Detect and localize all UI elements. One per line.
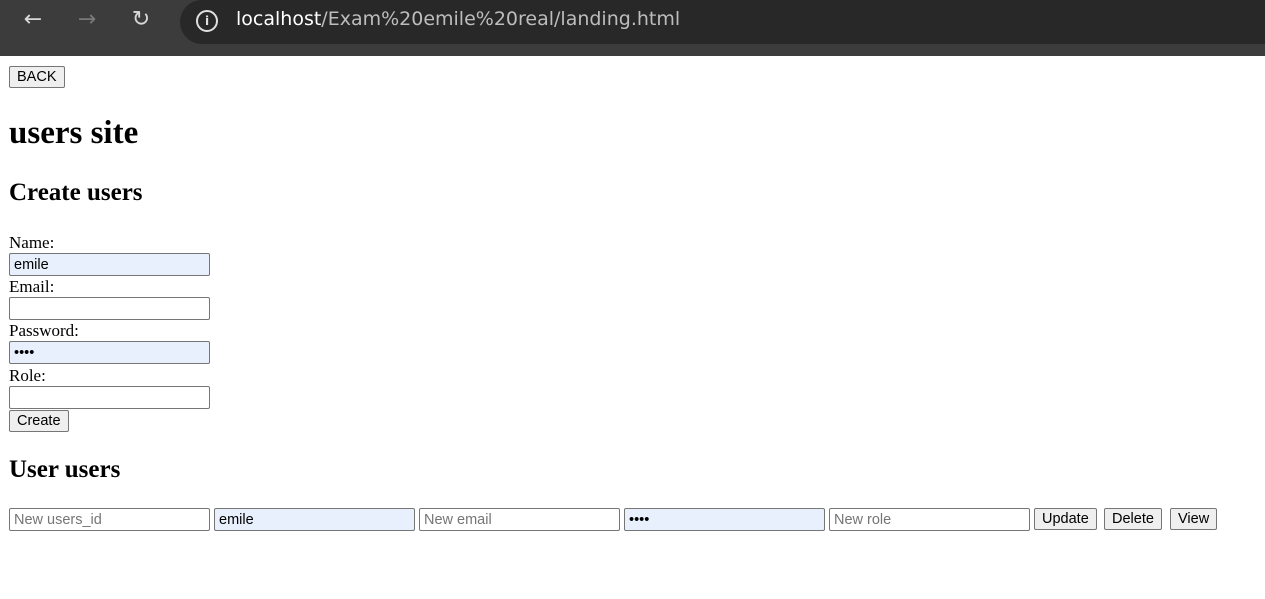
- update-role-input[interactable]: [829, 508, 1030, 531]
- email-field[interactable]: [9, 297, 210, 320]
- arrow-left-icon[interactable]: ←: [18, 8, 48, 32]
- address-bar[interactable]: i localhost/Exam%20emile%20real/landing.…: [180, 0, 1265, 44]
- delete-button[interactable]: Delete: [1104, 508, 1162, 530]
- email-label: Email:: [9, 277, 55, 296]
- info-icon[interactable]: i: [196, 10, 218, 32]
- url-host: localhost: [236, 8, 322, 30]
- update-button[interactable]: Update: [1034, 508, 1097, 530]
- browser-toolbar: ← → ↻ i localhost/Exam%20emile%20real/la…: [0, 0, 1265, 56]
- page-title: users site: [9, 115, 139, 151]
- role-label: Role:: [9, 366, 46, 385]
- back-button[interactable]: BACK: [9, 66, 65, 88]
- password-field[interactable]: [9, 341, 210, 364]
- update-password-input[interactable]: [624, 508, 825, 531]
- update-name-input[interactable]: [214, 508, 415, 531]
- url-text[interactable]: localhost/Exam%20emile%20real/landing.ht…: [236, 8, 680, 30]
- update-email-input[interactable]: [419, 508, 620, 531]
- name-label: Name:: [9, 233, 55, 252]
- create-button[interactable]: Create: [9, 410, 69, 432]
- password-label: Password:: [9, 321, 79, 340]
- reload-icon[interactable]: ↻: [126, 8, 156, 32]
- role-field[interactable]: [9, 386, 210, 409]
- url-path: /Exam%20emile%20real/landing.html: [321, 8, 681, 30]
- users-id-input[interactable]: [9, 508, 210, 531]
- name-field[interactable]: [9, 253, 210, 276]
- arrow-right-icon[interactable]: →: [72, 8, 102, 32]
- create-users-heading: Create users: [9, 179, 143, 206]
- view-button[interactable]: View: [1170, 508, 1218, 530]
- user-users-heading: User users: [9, 456, 121, 483]
